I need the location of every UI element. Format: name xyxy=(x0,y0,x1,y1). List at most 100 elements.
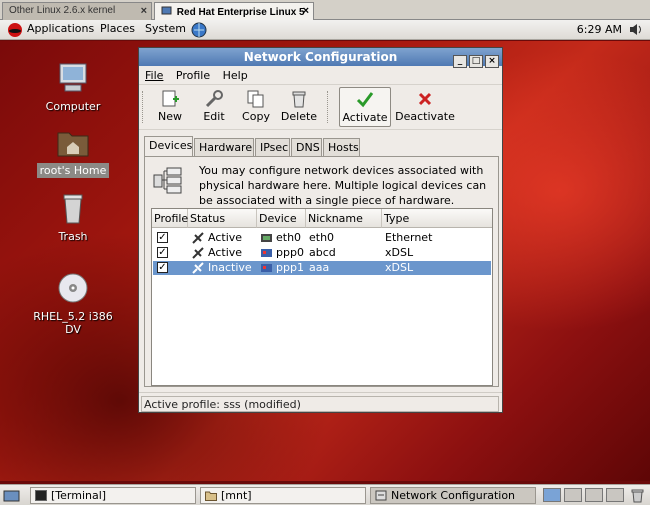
toolbar-separator xyxy=(327,91,329,123)
system-menu[interactable]: System xyxy=(145,22,186,35)
profile-checkbox[interactable]: ✓ xyxy=(157,247,168,258)
task-label: [Terminal] xyxy=(51,489,107,502)
places-menu[interactable]: Places xyxy=(100,22,135,35)
desktop-icon-home[interactable]: root's Home xyxy=(23,125,123,178)
bottom-panel: [Terminal] [mnt] Network Configuration xyxy=(0,484,650,505)
toolbar: New Edit Copy Delete Activate Deactivate xyxy=(139,84,502,130)
status-text: Active profile: sss (modified) xyxy=(141,396,499,412)
clock[interactable]: 6:29 AM xyxy=(577,23,622,36)
device-cell: eth0 xyxy=(276,231,302,244)
profile-checkbox[interactable]: ✓ xyxy=(157,262,168,273)
toolbar-grip xyxy=(142,91,144,123)
nickname-cell: aaa xyxy=(309,261,330,274)
tab-dns[interactable]: DNS xyxy=(291,138,322,156)
checkmark-icon xyxy=(356,92,374,108)
web-browser-icon[interactable] xyxy=(191,22,207,38)
column-header-status[interactable]: Status xyxy=(188,209,257,228)
tab-hosts[interactable]: Hosts xyxy=(323,138,360,156)
workspace-1[interactable] xyxy=(543,488,561,502)
device-cell: ppp1 xyxy=(276,261,304,274)
column-header-nickname[interactable]: Nickname xyxy=(306,209,382,228)
desktop-icon-label: RHEL_5.2 i386 DV xyxy=(33,310,113,336)
profile-menu[interactable]: Profile xyxy=(176,69,210,82)
profile-checkbox[interactable]: ✓ xyxy=(157,232,168,243)
nickname-cell: abcd xyxy=(309,246,336,259)
column-header-device[interactable]: Device xyxy=(257,209,306,228)
minimize-button[interactable]: _ xyxy=(453,55,467,68)
delete-button[interactable]: Delete xyxy=(279,87,319,127)
volume-icon[interactable] xyxy=(628,22,644,37)
nickname-cell: eth0 xyxy=(309,231,335,244)
trash-applet-icon[interactable] xyxy=(630,488,645,503)
wrench-icon xyxy=(205,90,223,108)
table-row-selected[interactable]: ✓ Inactive ppp1 aaa xDSL xyxy=(153,261,491,275)
status-cell: Inactive xyxy=(208,261,252,274)
network-configuration-window: Network Configuration _ □ × File Profile H… xyxy=(138,47,503,413)
close-icon[interactable]: × xyxy=(141,5,147,17)
desktop-icon-computer[interactable]: Computer xyxy=(23,61,123,114)
delete-label: Delete xyxy=(280,110,318,123)
folder-icon xyxy=(205,491,217,501)
window-titlebar[interactable]: Network Configuration _ □ × xyxy=(139,48,502,68)
workspace-4[interactable] xyxy=(606,488,624,502)
desktop-icon-dvd[interactable]: RHEL_5.2 i386 DV xyxy=(23,271,123,337)
task-label: Network Configuration xyxy=(391,489,516,502)
panel-description: You may configure network devices associ… xyxy=(199,164,487,207)
dvd-icon xyxy=(58,273,88,303)
device-cell: ppp0 xyxy=(276,246,304,259)
vm-tab-label: Red Hat Enterprise Linux 5 xyxy=(176,7,305,18)
menu-bar: File Profile Help xyxy=(139,66,502,84)
deactivate-label: Deactivate xyxy=(395,110,455,123)
column-header-profile[interactable]: Profile xyxy=(152,209,188,228)
taskbar-network-configuration[interactable]: Network Configuration xyxy=(370,487,536,504)
delete-icon xyxy=(292,91,306,108)
ethernet-card-icon xyxy=(261,234,272,242)
taskbar-mnt[interactable]: [mnt] xyxy=(200,487,366,504)
table-row[interactable]: ✓ Active ppp0 abcd xDSL xyxy=(153,246,491,260)
inactive-plug-icon xyxy=(192,262,204,274)
taskbar-terminal[interactable]: [Terminal] xyxy=(30,487,196,504)
tab-hardware[interactable]: Hardware xyxy=(194,138,254,156)
x-icon xyxy=(418,92,432,106)
copy-button[interactable]: Copy xyxy=(239,87,273,127)
maximize-button[interactable]: □ xyxy=(469,55,483,68)
close-button[interactable]: × xyxy=(485,55,499,68)
activate-button[interactable]: Activate xyxy=(339,87,391,127)
vm-tab-label: Other Linux 2.6.x kernel xyxy=(9,5,116,16)
desktop-icon-trash[interactable]: Trash xyxy=(23,191,123,244)
show-desktop-icon[interactable] xyxy=(3,488,20,503)
status-bar: Active profile: sss (modified) xyxy=(139,392,502,412)
table-row[interactable]: ✓ Active eth0 eth0 Ethernet xyxy=(153,231,491,245)
network-icon xyxy=(375,490,387,501)
applications-menu[interactable]: Applications xyxy=(27,22,94,35)
file-menu[interactable]: File xyxy=(145,69,163,82)
trash-icon xyxy=(63,194,83,224)
edit-label: Edit xyxy=(203,110,225,123)
copy-icon xyxy=(247,90,264,108)
workspace-3[interactable] xyxy=(585,488,603,502)
edit-button[interactable]: Edit xyxy=(197,87,231,127)
tab-devices[interactable]: Devices xyxy=(144,136,193,157)
vm-tab-bar: Other Linux 2.6.x kernel × Red Hat Enter… xyxy=(0,0,650,20)
help-menu[interactable]: Help xyxy=(223,69,248,82)
active-plug-icon xyxy=(192,247,204,259)
tab-ipsec[interactable]: IPsec xyxy=(255,138,290,156)
workspace-2[interactable] xyxy=(564,488,582,502)
vm-tab-rhel5[interactable]: Red Hat Enterprise Linux 5 × xyxy=(154,2,314,20)
xdsl-modem-icon xyxy=(261,249,272,257)
type-cell: Ethernet xyxy=(385,231,433,244)
device-list: Profile Status Device Nickname Type ✓ Ac… xyxy=(151,208,493,386)
computer-icon xyxy=(59,63,87,92)
vm-tab-other-linux[interactable]: Other Linux 2.6.x kernel × xyxy=(2,2,152,20)
desktop-icon-label: Computer xyxy=(45,100,101,113)
new-button[interactable]: New xyxy=(153,87,187,127)
home-folder-icon xyxy=(57,132,89,157)
column-header-type[interactable]: Type xyxy=(382,209,492,228)
top-panel: Applications Places System 6:29 AM xyxy=(0,20,650,40)
active-plug-icon xyxy=(192,232,204,244)
desktop-icon-label: root's Home xyxy=(36,163,110,178)
redhat-logo-icon xyxy=(8,23,22,37)
desktop-icon-label: Trash xyxy=(58,230,88,243)
close-icon[interactable]: × xyxy=(303,5,309,17)
deactivate-button[interactable]: Deactivate xyxy=(395,87,455,127)
